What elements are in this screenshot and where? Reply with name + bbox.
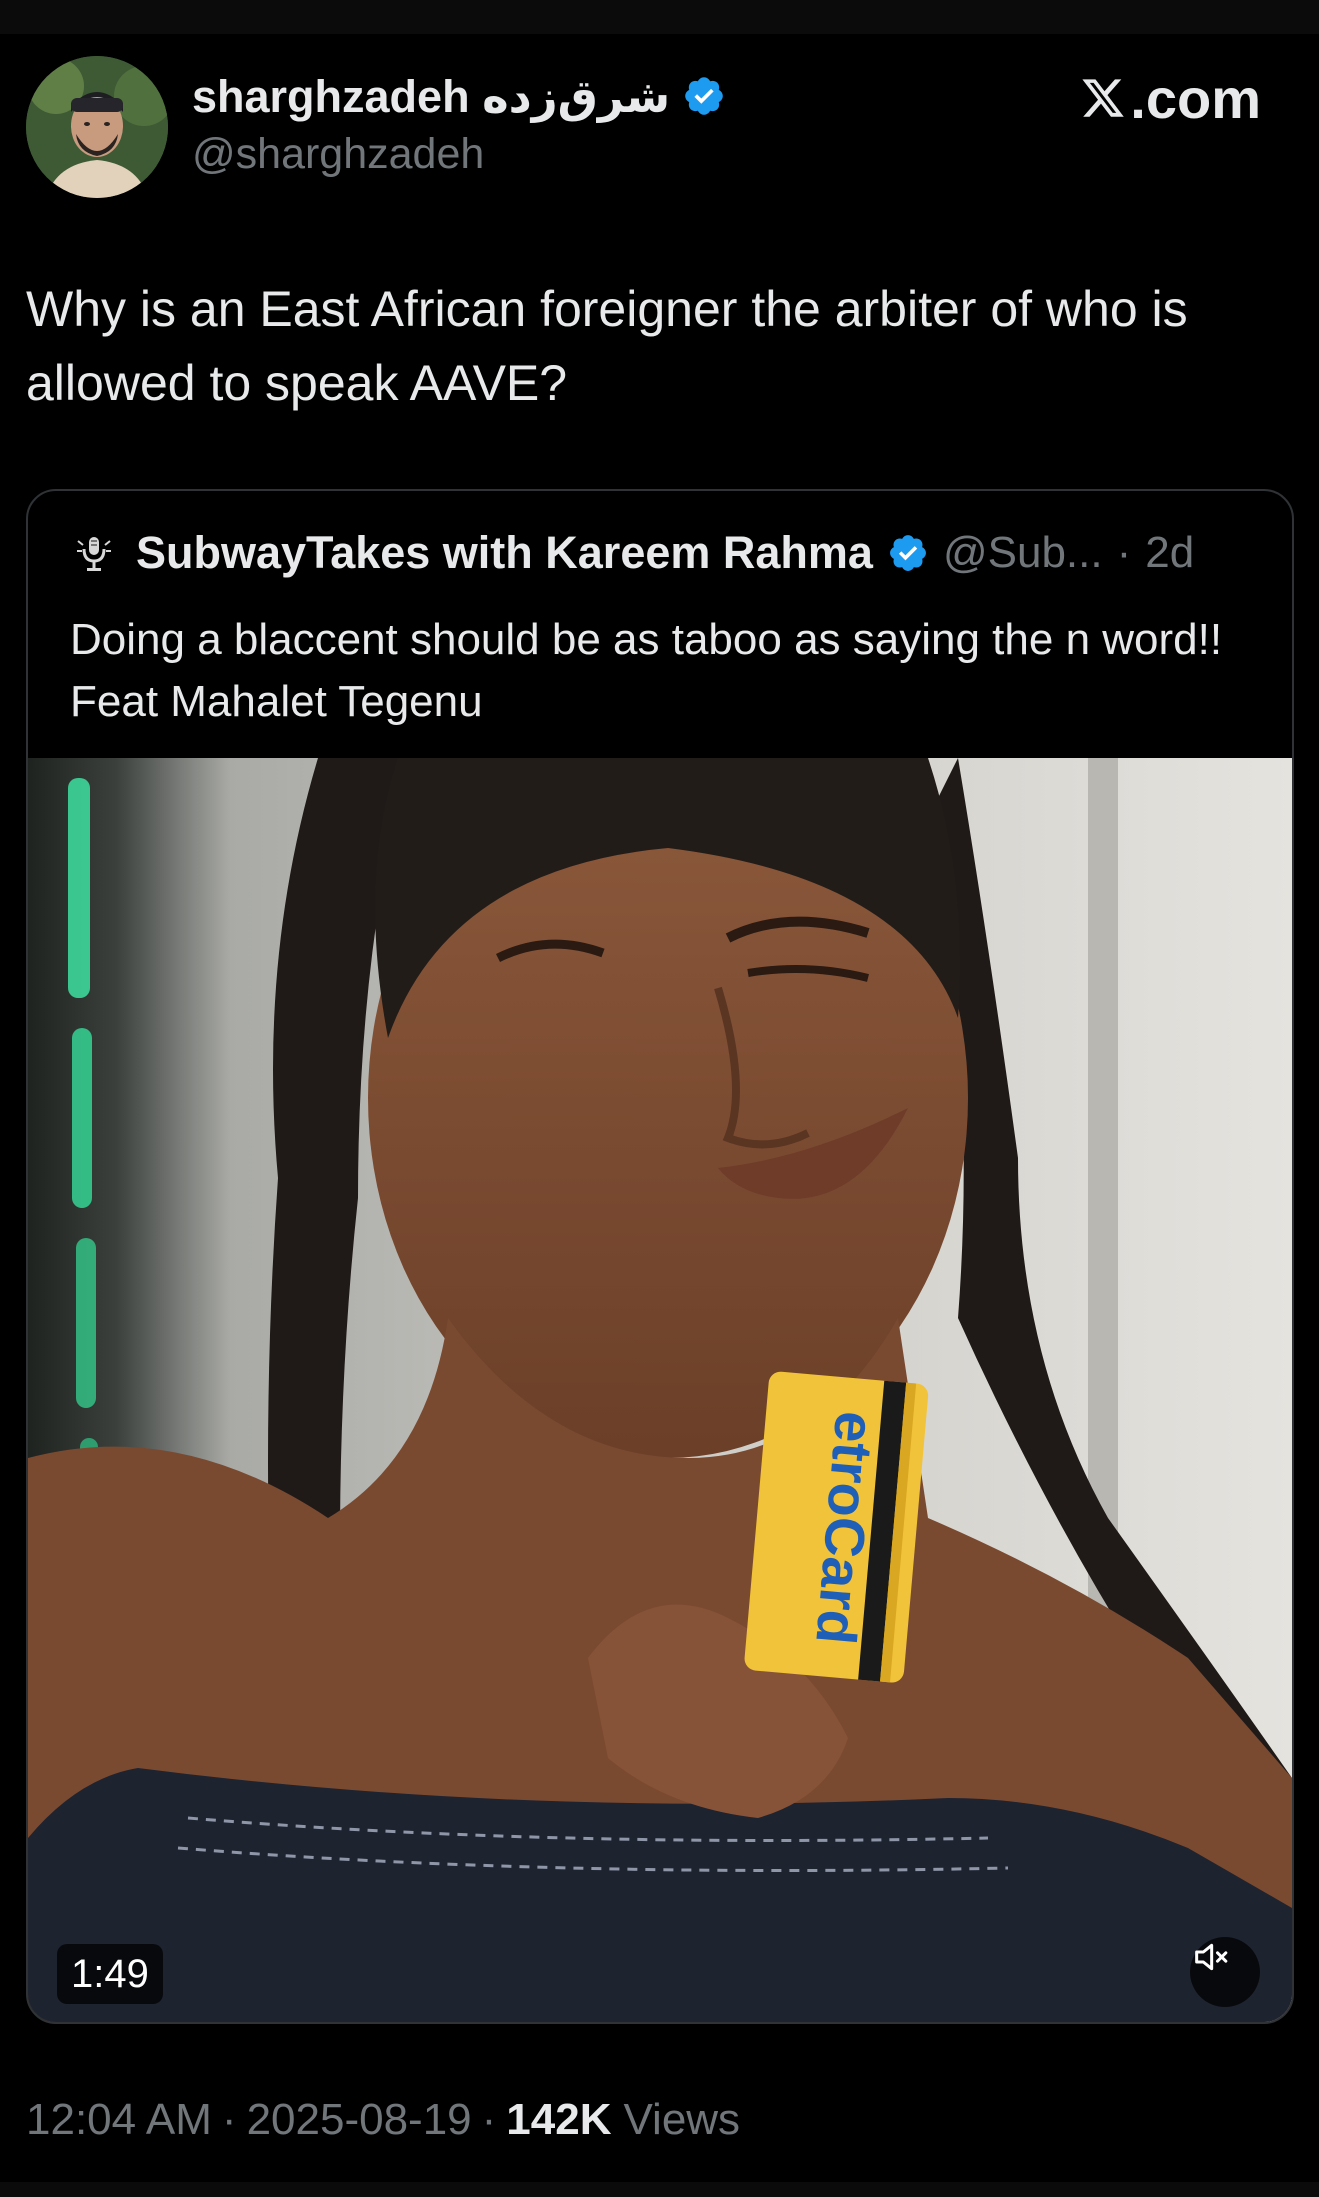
profile-photo (26, 56, 168, 198)
meta-separator: · (221, 2095, 237, 2144)
tweet-date[interactable]: 2025-08-19 (247, 2095, 472, 2145)
video-duration-badge: 1:49 (57, 1944, 163, 2004)
status-strip (0, 0, 1319, 34)
mute-button[interactable] (1190, 1937, 1260, 2007)
tweet-time[interactable]: 12:04 AM (26, 2095, 212, 2145)
microphone-logo-icon[interactable] (72, 531, 116, 575)
x-site-logo[interactable]: .com (1080, 66, 1261, 130)
video-thumbnail: etroCard (28, 758, 1292, 2022)
verified-badge-icon (682, 74, 726, 118)
author-handle[interactable]: @sharghzadeh (192, 130, 484, 179)
tweet-text: Why is an East African foreigner the arb… (26, 281, 1188, 411)
author-display-name-row[interactable]: sharghzadeh شرق‌زده (192, 70, 726, 122)
quoted-tweet-card[interactable]: SubwayTakes with Kareem Rahma @Sub... · … (26, 489, 1294, 2024)
quoted-tweet-text: Doing a blaccent should be as taboo as s… (70, 615, 1223, 726)
views-label: Views (623, 2095, 741, 2144)
tweet-meta: 12:04 AM · 2025-08-19 · 142K Views (26, 2092, 740, 2148)
quoted-author-name[interactable]: SubwayTakes with Kareem Rahma (136, 527, 873, 579)
bottom-strip (0, 2182, 1319, 2197)
quoted-timestamp[interactable]: 2d (1145, 528, 1194, 578)
video-player[interactable]: etroCard 1:49 (28, 758, 1292, 2022)
quoted-tweet-header: SubwayTakes with Kareem Rahma @Sub... · … (72, 527, 1194, 578)
quoted-author-handle[interactable]: @Sub... (943, 528, 1103, 578)
author-display-name[interactable]: sharghzadeh شرق‌زده (192, 70, 670, 123)
speaker-muted-icon (1195, 1943, 1228, 1971)
x-logo-icon (1080, 75, 1126, 121)
site-logo-text: .com (1130, 66, 1261, 130)
author-avatar[interactable] (26, 56, 168, 198)
views-count: 142K (506, 2095, 612, 2144)
meta-separator: · (481, 2095, 497, 2144)
quoted-separator: · (1116, 528, 1132, 577)
verified-badge-icon (887, 532, 929, 574)
